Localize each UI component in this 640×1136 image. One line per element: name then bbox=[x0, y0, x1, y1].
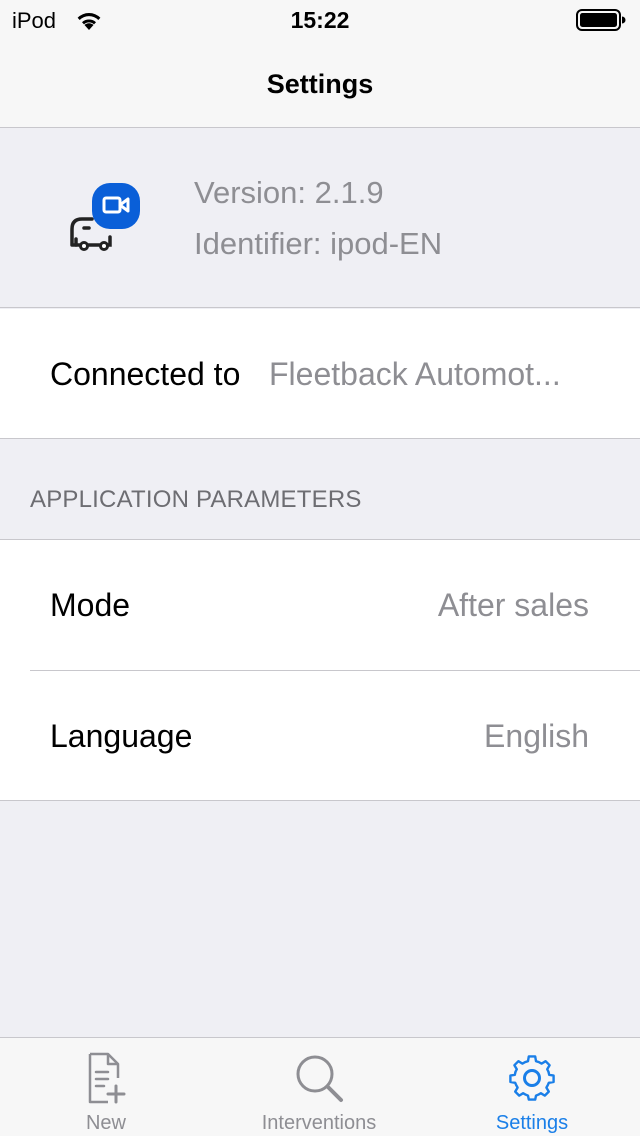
mode-value: After sales bbox=[437, 587, 589, 623]
app-info-header: Version: 2.1.9 Identifier: ipod-EN bbox=[0, 129, 640, 308]
settings-screen: iPod 15:22 Settings Version: 2.1.9 Ident… bbox=[0, 0, 640, 1136]
search-icon bbox=[296, 1055, 343, 1102]
fleetback-logo-icon bbox=[70, 183, 140, 251]
battery-full-icon bbox=[576, 9, 626, 31]
language-row[interactable]: Language English bbox=[0, 671, 640, 801]
new-document-icon bbox=[88, 1052, 126, 1104]
connected-to-value: Fleetback Automot... bbox=[269, 356, 561, 392]
mode-row[interactable]: Mode After sales bbox=[0, 540, 640, 670]
section-header-application-parameters: APPLICATION PARAMETERS bbox=[30, 486, 362, 513]
identifier-label: Identifier: ipod-EN bbox=[194, 226, 443, 261]
tab-interventions-label: Interventions bbox=[261, 1112, 377, 1134]
language-label: Language bbox=[50, 718, 193, 754]
tab-new-label: New bbox=[85, 1112, 126, 1134]
tab-interventions[interactable]: Interventions bbox=[230, 1038, 408, 1136]
gear-icon bbox=[509, 1055, 555, 1101]
navigation-bar: Settings bbox=[0, 40, 640, 128]
status-bar: iPod 15:22 bbox=[0, 0, 640, 40]
version-label: Version: 2.1.9 bbox=[194, 175, 384, 210]
page-title: Settings bbox=[266, 69, 374, 99]
connected-to-label: Connected to bbox=[50, 356, 241, 392]
language-value: English bbox=[484, 718, 589, 754]
tab-new[interactable]: New bbox=[40, 1038, 172, 1136]
tab-bar: New Interventions Settings bbox=[0, 1037, 640, 1136]
mode-label: Mode bbox=[50, 587, 131, 623]
status-time: 15:22 bbox=[290, 7, 350, 33]
connected-to-row[interactable]: Connected to Fleetback Automot... bbox=[0, 309, 640, 439]
application-parameters-group: Mode After sales Language English bbox=[0, 539, 640, 801]
tab-settings-label: Settings bbox=[495, 1112, 569, 1134]
tab-settings[interactable]: Settings bbox=[460, 1038, 604, 1136]
